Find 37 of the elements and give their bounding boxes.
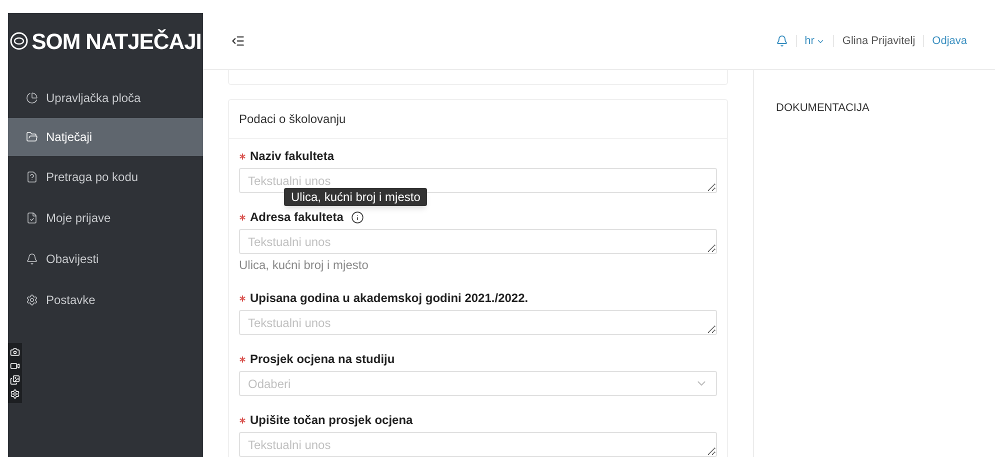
help-text: Ulica, kućni broj i mjesto [239, 257, 370, 274]
logo-icon [10, 32, 28, 50]
field-label: Upisana godina u akademskoj godini 2021./2022. [250, 290, 528, 307]
bell-icon [26, 252, 38, 264]
file-icon [26, 170, 38, 182]
sidebar-item[interactable]: Pretraga po kodu [8, 156, 203, 197]
card-title: Podaci o školovanju [229, 100, 727, 139]
field-label: Prosjek ocjena na studiju [250, 351, 395, 368]
logo-text: SOM NATJEČAJI [32, 28, 202, 56]
sidebar-item[interactable]: Moje prijave [8, 197, 203, 238]
input-field[interactable]: Tekstualni unos [239, 310, 717, 335]
document-icon [26, 212, 38, 224]
panel-title: DOKUMENTACIJA [776, 102, 870, 114]
settings-icon [26, 294, 38, 306]
video-icon[interactable] [10, 361, 20, 371]
language-dropdown[interactable]: hr [804, 32, 826, 50]
chart-icon [26, 92, 38, 104]
notification-icon[interactable] [776, 35, 788, 47]
tooltip: Ulica, kućni broj i mjesto [284, 188, 428, 206]
folder-icon [26, 131, 38, 143]
images-icon[interactable] [10, 375, 20, 385]
input-field[interactable]: Tekstualni unos [239, 229, 717, 254]
field-label: Adresa fakulteta [250, 209, 344, 226]
input-field[interactable]: Tekstualni unos [239, 168, 717, 193]
field-label: Upišite točan prosjek ocjena [250, 412, 413, 429]
input-field[interactable]: Tekstualni unos [239, 432, 717, 457]
camera-icon[interactable] [10, 347, 20, 357]
field-label: Naziv fakulteta [250, 148, 334, 165]
sidebar-item[interactable]: Natječaji [6, 118, 203, 156]
logout-link[interactable]: Odjava [932, 32, 967, 50]
sidebar-item[interactable]: Obavijesti [8, 238, 203, 279]
info-icon[interactable] [351, 210, 364, 224]
settings-icon[interactable] [10, 389, 20, 399]
menu-icon[interactable] [231, 34, 245, 48]
sidebar-item[interactable]: Upravljačka ploča [8, 77, 203, 118]
sidebar-item[interactable]: Postavke [8, 279, 203, 320]
user-name: Glina Prijavitelj [842, 34, 916, 49]
